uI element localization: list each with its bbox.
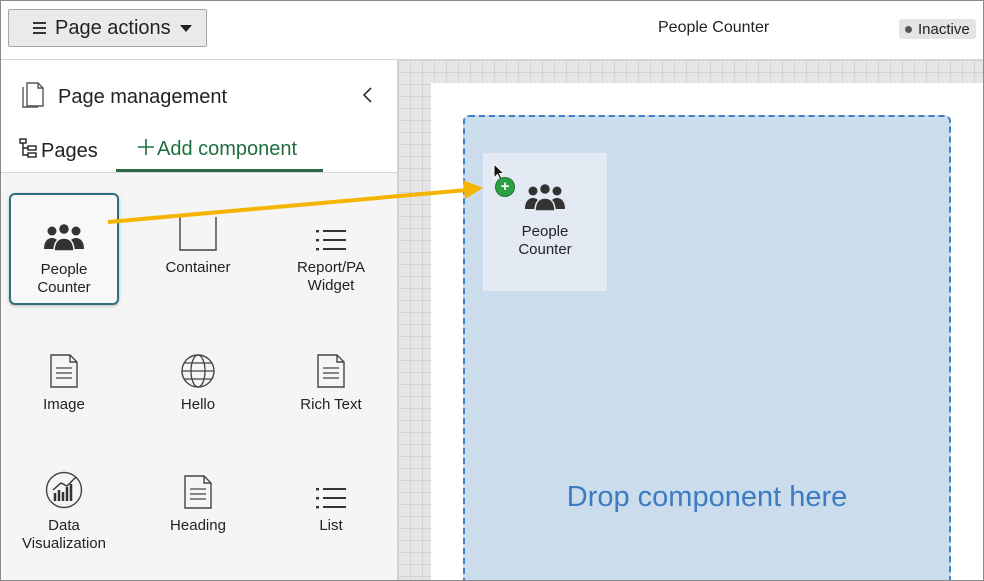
app-window: Page actions People Counter Inactive Pag… [0,0,984,581]
drag-arrow-icon [107,180,483,224]
